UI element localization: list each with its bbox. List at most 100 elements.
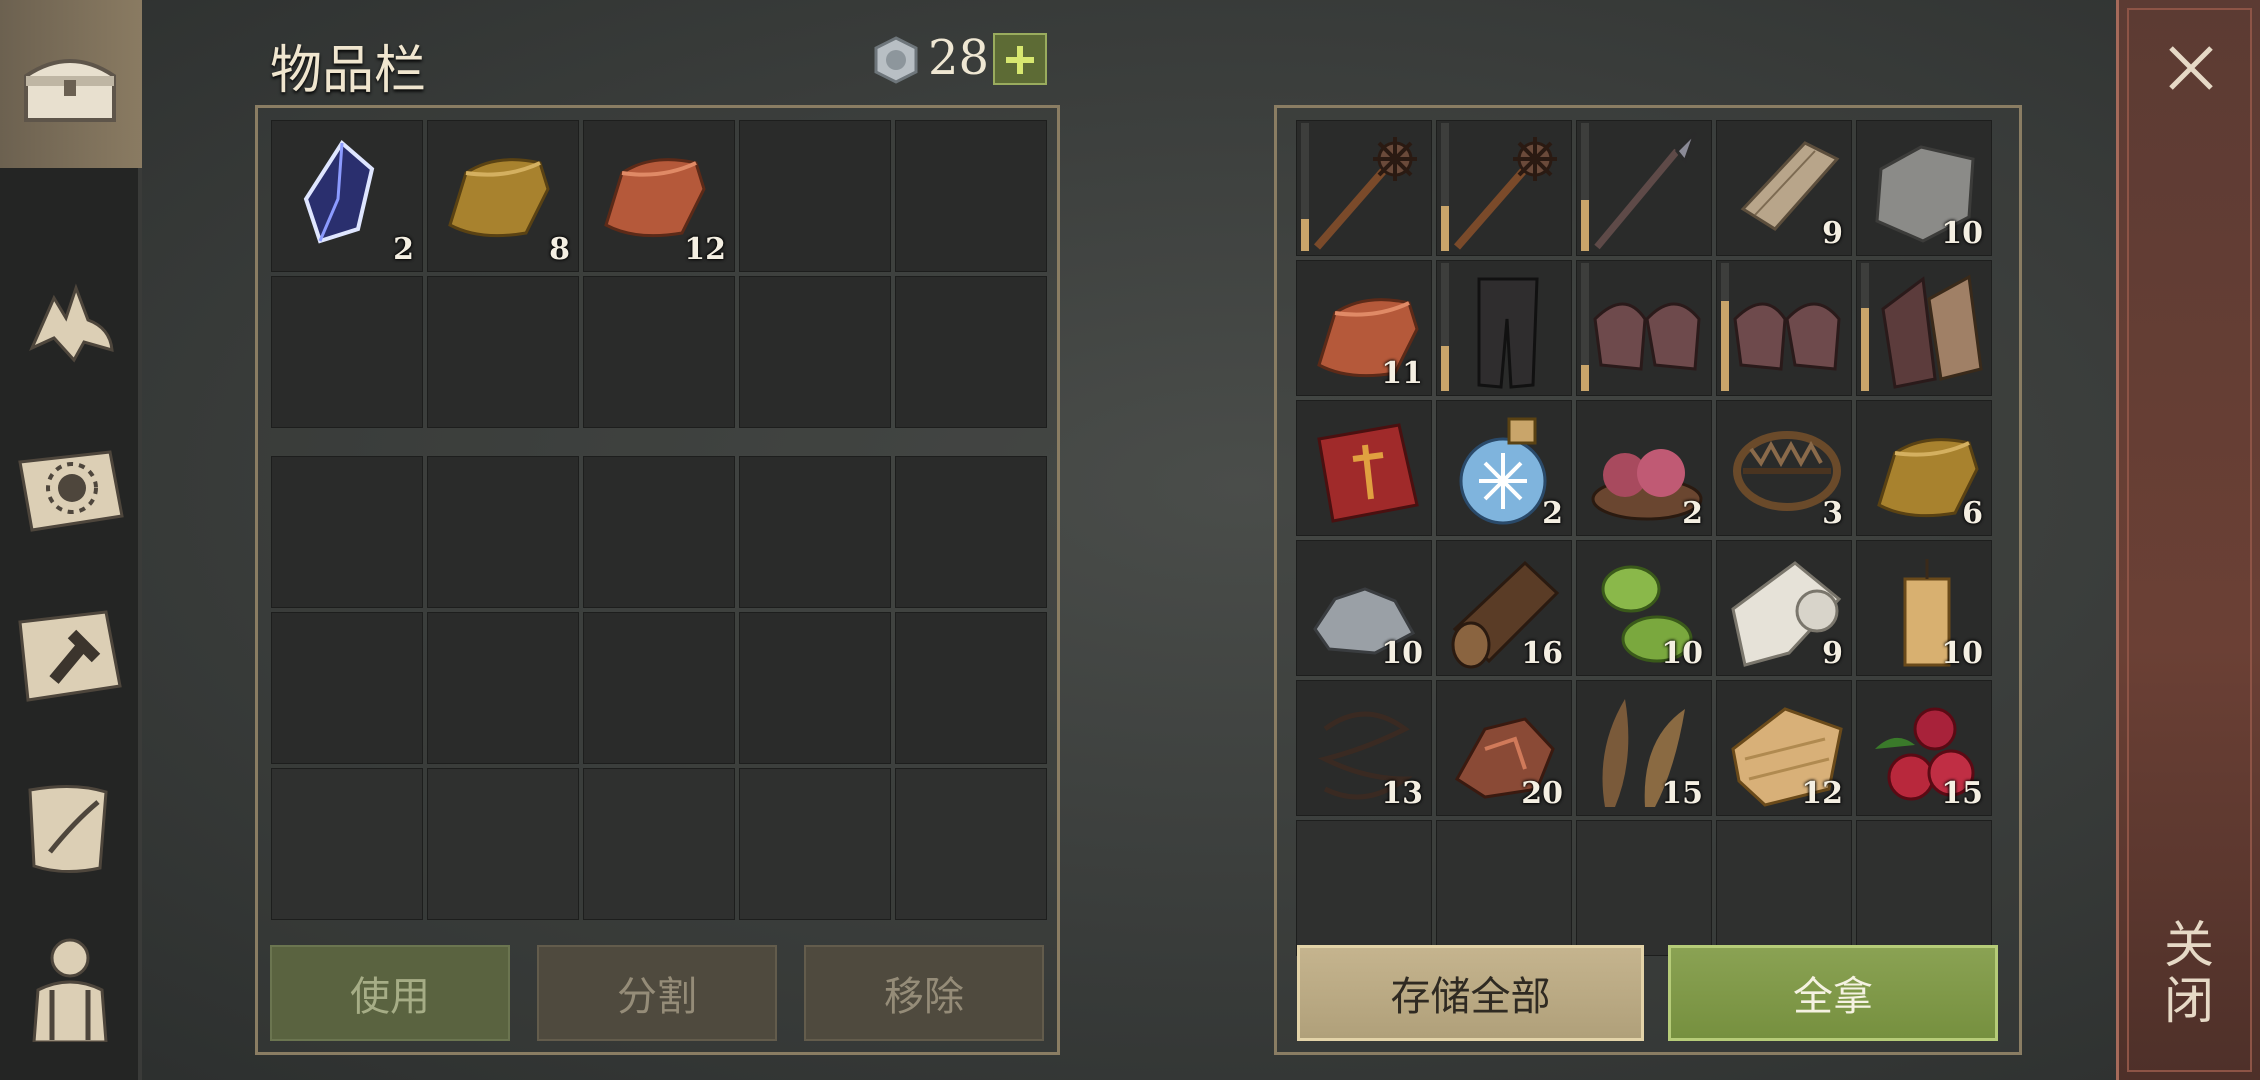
empty-slot[interactable] xyxy=(739,120,891,272)
chainmail-gloves-icon xyxy=(1593,302,1701,371)
item-slot[interactable]: 9 xyxy=(1716,120,1852,256)
split-button[interactable]: 分割 xyxy=(537,945,777,1041)
item-quantity: 13 xyxy=(1381,776,1423,811)
item-quantity: 10 xyxy=(1941,636,1983,671)
item-slot[interactable]: 16 xyxy=(1436,540,1572,676)
empty-slot[interactable] xyxy=(1716,820,1852,956)
item-quantity: 9 xyxy=(1822,636,1843,671)
item-quantity: 12 xyxy=(684,232,726,267)
empty-slot[interactable] xyxy=(739,276,891,428)
empty-slot[interactable] xyxy=(427,768,579,920)
empty-slot[interactable] xyxy=(583,768,735,920)
item-slot[interactable] xyxy=(1436,120,1572,256)
durability-bar xyxy=(1721,263,1729,391)
item-slot[interactable] xyxy=(1576,260,1712,396)
chainmail-gauntlets-icon xyxy=(1881,274,1983,389)
item-quantity: 8 xyxy=(549,232,570,267)
item-quantity: 10 xyxy=(1661,636,1703,671)
use-button[interactable]: 使用 xyxy=(270,945,510,1041)
empty-slot[interactable] xyxy=(427,612,579,764)
close-label[interactable]: 关闭 xyxy=(2156,918,2221,1030)
item-slot[interactable]: 8 xyxy=(427,120,579,272)
chest-icon[interactable] xyxy=(14,28,126,140)
item-slot[interactable]: 10 xyxy=(1296,540,1432,676)
empty-slot[interactable] xyxy=(427,276,579,428)
item-slot[interactable]: 15 xyxy=(1576,680,1712,816)
item-slot[interactable] xyxy=(1296,120,1432,256)
item-quantity: 15 xyxy=(1661,776,1703,811)
sidebar xyxy=(0,0,142,1080)
item-slot[interactable]: 2 xyxy=(271,120,423,272)
item-slot[interactable] xyxy=(1576,120,1712,256)
empty-slot[interactable] xyxy=(1296,820,1432,956)
close-icon[interactable] xyxy=(2163,40,2219,96)
item-quantity: 12 xyxy=(1801,776,1843,811)
close-bar[interactable]: 关闭 xyxy=(2116,0,2260,1080)
item-slot[interactable] xyxy=(1436,260,1572,396)
empty-slot[interactable] xyxy=(895,120,1047,272)
remove-button[interactable]: 移除 xyxy=(804,945,1044,1041)
item-quantity: 2 xyxy=(393,232,414,267)
take-all-button[interactable]: 全拿 xyxy=(1668,945,1998,1041)
empty-slot[interactable] xyxy=(1436,820,1572,956)
red-book-icon xyxy=(1317,423,1419,523)
empty-slot[interactable] xyxy=(739,456,891,608)
item-slot[interactable] xyxy=(1856,260,1992,396)
item-slot[interactable]: 6 xyxy=(1856,400,1992,536)
empty-slot[interactable] xyxy=(271,768,423,920)
inventory-grid: 2 8 12 xyxy=(271,120,1047,428)
item-slot[interactable] xyxy=(1716,260,1852,396)
item-slot[interactable]: 11 xyxy=(1296,260,1432,396)
durability-bar xyxy=(1441,123,1449,251)
item-slot[interactable]: 12 xyxy=(1716,680,1852,816)
spiked-mace-icon xyxy=(1313,137,1417,250)
durability-bar xyxy=(1581,123,1589,251)
spiked-mace-icon xyxy=(1453,137,1557,250)
empty-slot[interactable] xyxy=(739,612,891,764)
scroll-quill-icon[interactable] xyxy=(14,772,126,884)
empty-slot[interactable] xyxy=(583,612,735,764)
item-slot[interactable]: 2 xyxy=(1436,400,1572,536)
empty-slot[interactable] xyxy=(1576,820,1712,956)
item-slot[interactable]: 10 xyxy=(1856,540,1992,676)
empty-slot[interactable] xyxy=(271,456,423,608)
item-quantity: 3 xyxy=(1822,496,1843,531)
hammer-map-icon[interactable] xyxy=(14,600,126,712)
add-currency-button[interactable] xyxy=(993,33,1047,85)
item-quantity: 15 xyxy=(1941,776,1983,811)
item-slot[interactable]: 10 xyxy=(1576,540,1712,676)
wolf-icon[interactable] xyxy=(14,268,126,380)
item-slot[interactable]: 20 xyxy=(1436,680,1572,816)
backpack-character-icon[interactable] xyxy=(14,930,126,1044)
item-quantity: 2 xyxy=(1682,496,1703,531)
empty-slot[interactable] xyxy=(1856,820,1992,956)
item-slot[interactable] xyxy=(1296,400,1432,536)
store-all-button[interactable]: 存储全部 xyxy=(1297,945,1644,1041)
currency-coin-icon xyxy=(872,36,920,84)
empty-slot[interactable] xyxy=(583,276,735,428)
empty-slot[interactable] xyxy=(583,456,735,608)
item-slot[interactable]: 13 xyxy=(1296,680,1432,816)
leather-pants-icon xyxy=(1477,277,1539,389)
inventory-extra-grid xyxy=(271,456,1047,920)
empty-slot[interactable] xyxy=(739,768,891,920)
item-slot[interactable]: 15 xyxy=(1856,680,1992,816)
item-slot[interactable]: 10 xyxy=(1856,120,1992,256)
empty-slot[interactable] xyxy=(271,276,423,428)
sun-book-icon[interactable] xyxy=(14,432,126,544)
item-slot[interactable]: 12 xyxy=(583,120,735,272)
empty-slot[interactable] xyxy=(895,612,1047,764)
currency-count: 28 xyxy=(928,30,990,86)
item-slot[interactable]: 9 xyxy=(1716,540,1852,676)
item-slot[interactable]: 2 xyxy=(1576,400,1712,536)
empty-slot[interactable] xyxy=(895,276,1047,428)
empty-slot[interactable] xyxy=(895,456,1047,608)
chainmail-gloves-icon xyxy=(1733,302,1841,371)
item-quantity: 6 xyxy=(1962,496,1983,531)
empty-slot[interactable] xyxy=(271,612,423,764)
item-slot[interactable]: 3 xyxy=(1716,400,1852,536)
empty-slot[interactable] xyxy=(427,456,579,608)
spear-icon xyxy=(1594,131,1697,250)
empty-slot[interactable] xyxy=(895,768,1047,920)
item-quantity: 10 xyxy=(1381,636,1423,671)
